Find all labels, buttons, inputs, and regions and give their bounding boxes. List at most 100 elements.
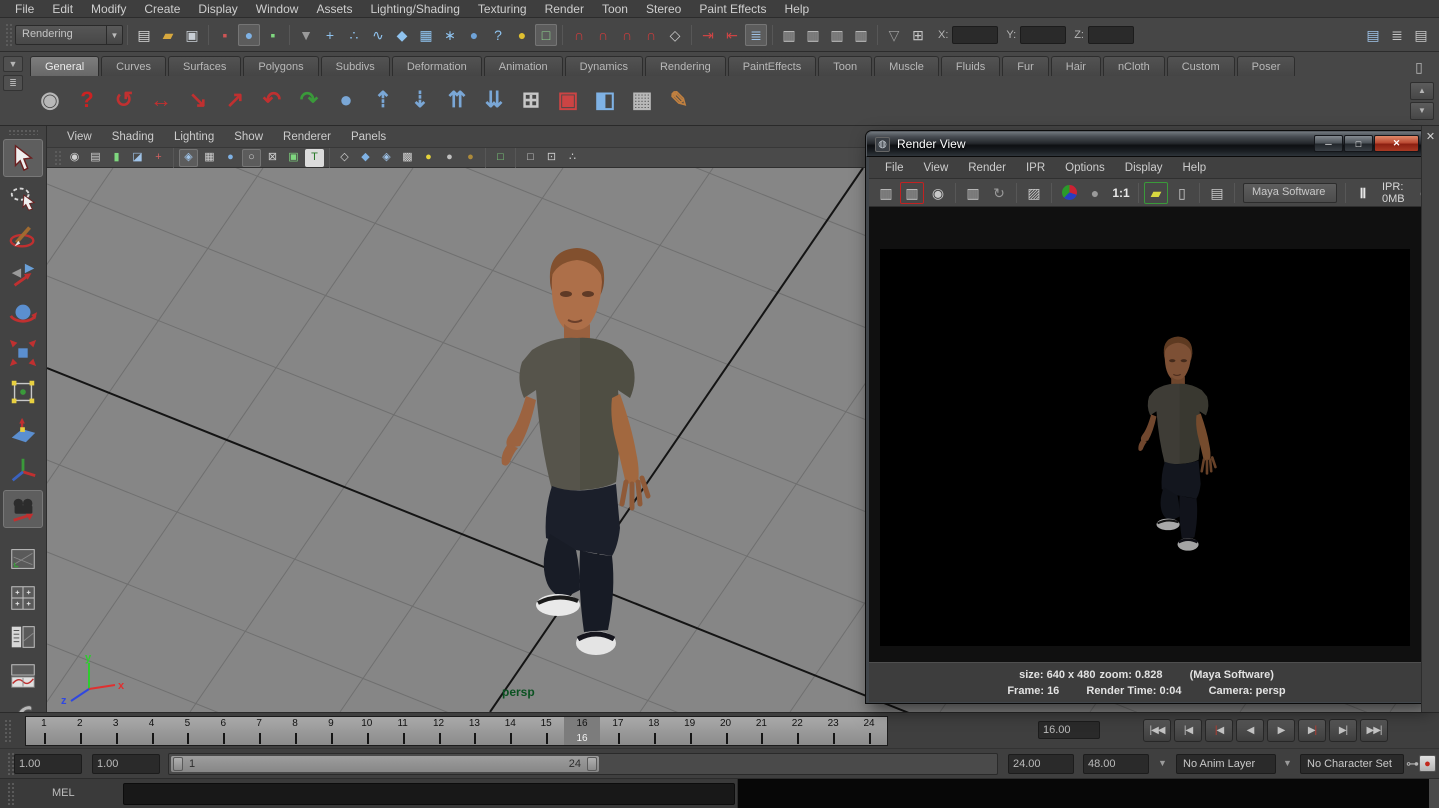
layout-four-pane-button[interactable] <box>3 579 43 617</box>
camera-zoom-icon[interactable]: ↗ <box>219 84 251 116</box>
lighting-default-icon[interactable]: ● <box>440 149 459 167</box>
shelf-tab-general[interactable]: General <box>30 56 99 76</box>
shading-vertex-icon[interactable]: ▣ <box>284 149 303 167</box>
camera-attributes-icon[interactable]: ▤ <box>86 149 105 167</box>
absolute-transform-icon[interactable]: ⊞ <box>907 24 929 46</box>
tool-settings-toggle-icon[interactable]: ≣ <box>1386 24 1408 46</box>
shelf-tab-custom[interactable]: Custom <box>1167 56 1235 76</box>
texture-view-icon[interactable]: T <box>305 149 324 167</box>
select-deformations-icon[interactable]: ▦ <box>415 24 437 46</box>
playback-start-field[interactable] <box>92 754 160 774</box>
timeline-frame-15[interactable]: 15 <box>528 717 564 745</box>
shelf-tab-subdivs[interactable]: Subdivs <box>321 56 390 76</box>
soft-modification-button[interactable] <box>3 412 43 450</box>
select-camera-icon[interactable]: ◉ <box>65 149 84 167</box>
render-image-area[interactable] <box>869 207 1424 662</box>
render-settings-button[interactable]: ▤ <box>1205 182 1229 204</box>
bookmark-icon[interactable]: ▮ <box>107 149 126 167</box>
close-button[interactable]: ✕ <box>1374 135 1419 152</box>
menu-display[interactable]: Display <box>189 0 246 18</box>
snap-to-grids-icon[interactable]: ∩ <box>568 24 590 46</box>
snap-to-curves-icon[interactable]: ∩ <box>592 24 614 46</box>
toolbox-grip[interactable] <box>8 129 38 135</box>
rendered-image[interactable] <box>880 249 1410 646</box>
shelf-tab-toon[interactable]: Toon <box>818 56 872 76</box>
select-rendering-icon[interactable]: ● <box>463 24 485 46</box>
shelf-tab-rendering[interactable]: Rendering <box>645 56 726 76</box>
menu-set-selector-arrow[interactable]: ▼ <box>107 25 123 45</box>
select-tool-button[interactable] <box>3 139 43 177</box>
region-render-button[interactable]: ▨ <box>1022 182 1046 204</box>
go-to-end-button[interactable]: ▶▶| <box>1360 719 1388 742</box>
selection-filter-arrow-icon[interactable]: ▼ <box>295 24 317 46</box>
go-to-start-button[interactable]: |◀◀ <box>1143 719 1171 742</box>
field-chart-icon[interactable]: □ <box>521 149 540 167</box>
shelf-tab-animation[interactable]: Animation <box>484 56 563 76</box>
isolate-select-icon[interactable]: □ <box>491 149 510 167</box>
xray-icon[interactable]: ◇ <box>335 149 354 167</box>
menu-paint-effects[interactable]: Paint Effects <box>690 0 775 18</box>
timeline-frame-10[interactable]: 10 <box>349 717 385 745</box>
layout-single-pane-button[interactable] <box>3 540 43 578</box>
select-components-icon[interactable]: ▪ <box>262 24 284 46</box>
construction-history-icon[interactable]: ≣ <box>745 24 767 46</box>
select-surfaces-icon[interactable]: ◆ <box>391 24 413 46</box>
attribute-editor-toggle-icon[interactable]: ▤ <box>1362 24 1384 46</box>
select-objects-icon[interactable]: ● <box>238 24 260 46</box>
character-set-selector[interactable]: No Character Set <box>1300 754 1404 774</box>
command-line-grip[interactable] <box>7 782 14 806</box>
step-forward-key-button[interactable]: ▶| <box>1298 719 1326 742</box>
menu-edit[interactable]: Edit <box>43 0 82 18</box>
timeline-frame-4[interactable]: 4 <box>134 717 170 745</box>
select-joints-icon[interactable]: ∴ <box>343 24 365 46</box>
resolution-gate-icon[interactable]: ⊡ <box>542 149 561 167</box>
render-settings-icon[interactable]: ▥ <box>850 24 872 46</box>
xray-active-icon[interactable]: ◈ <box>377 149 396 167</box>
refresh-ipr-button[interactable]: ↻ <box>987 182 1011 204</box>
range-end-handle[interactable] <box>587 757 597 771</box>
timeline-frame-24[interactable]: 24 <box>851 717 887 745</box>
show-manipulator-button[interactable] <box>3 451 43 489</box>
make-live-icon[interactable]: ◇ <box>664 24 686 46</box>
select-hierarchy-icon[interactable]: ▪ <box>214 24 236 46</box>
anim-layer-dropdown-icon[interactable]: ▼ <box>1158 758 1167 768</box>
shelf-scroll-down-icon[interactable]: ▼ <box>1410 102 1434 120</box>
duplicate-icon[interactable]: ▣ <box>552 84 584 116</box>
select-curves-icon[interactable]: ∿ <box>367 24 389 46</box>
channel-box-toggle-icon[interactable]: ▤ <box>1410 24 1432 46</box>
save-scene-icon[interactable]: ▣ <box>181 24 203 46</box>
shelf-popup-icon[interactable]: ≣ <box>3 75 23 91</box>
shelf-help-icon[interactable]: ? <box>71 84 103 116</box>
shelf-tab-surfaces[interactable]: Surfaces <box>168 56 241 76</box>
render-view-titlebar[interactable]: ◍ Render View ─□✕ <box>866 131 1427 157</box>
timeline-frame-1[interactable]: 1 <box>26 717 62 745</box>
lock-selection-icon[interactable]: ● <box>511 24 533 46</box>
open-scene-icon[interactable]: ▰ <box>157 24 179 46</box>
group-icon[interactable]: ⇈ <box>441 84 473 116</box>
shelf-tab-dynamics[interactable]: Dynamics <box>565 56 643 76</box>
timeline-frame-2[interactable]: 2 <box>62 717 98 745</box>
transform-filter-arrow-icon[interactable]: ▽ <box>883 24 905 46</box>
render-view-menu-ipr[interactable]: IPR <box>1016 162 1055 174</box>
menu-window[interactable]: Window <box>247 0 308 18</box>
panel-menu-lighting[interactable]: Lighting <box>164 131 224 143</box>
set-key-icon[interactable]: ⊶ <box>1406 756 1419 772</box>
select-dynamics-icon[interactable]: ∗ <box>439 24 461 46</box>
inputs-to-selected-icon[interactable]: ⇥ <box>697 24 719 46</box>
menu-texturing[interactable]: Texturing <box>469 0 536 18</box>
current-time-field[interactable] <box>1038 721 1100 739</box>
snap-to-points-icon[interactable]: ∩ <box>616 24 638 46</box>
menu-set-selector[interactable]: Rendering <box>15 25 107 45</box>
lighting-flat-icon[interactable]: ● <box>461 149 480 167</box>
shelf-menu-icon[interactable]: ▼ <box>3 56 23 72</box>
lighting-all-icon[interactable]: ● <box>419 149 438 167</box>
menu-create[interactable]: Create <box>135 0 189 18</box>
time-slider-ruler[interactable]: 1234567891011121314151616171819202122232… <box>25 716 888 746</box>
gate-mask-icon[interactable]: ∴ <box>563 149 582 167</box>
ipr-render-icon[interactable]: ▥ <box>826 24 848 46</box>
shelf-tab-fur[interactable]: Fur <box>1002 56 1049 76</box>
parent-icon[interactable]: ⇡ <box>367 84 399 116</box>
step-back-key-button[interactable]: |◀ <box>1205 719 1233 742</box>
flipbook-icon[interactable]: ◉ <box>34 84 66 116</box>
render-view-menu-display[interactable]: Display <box>1115 162 1173 174</box>
